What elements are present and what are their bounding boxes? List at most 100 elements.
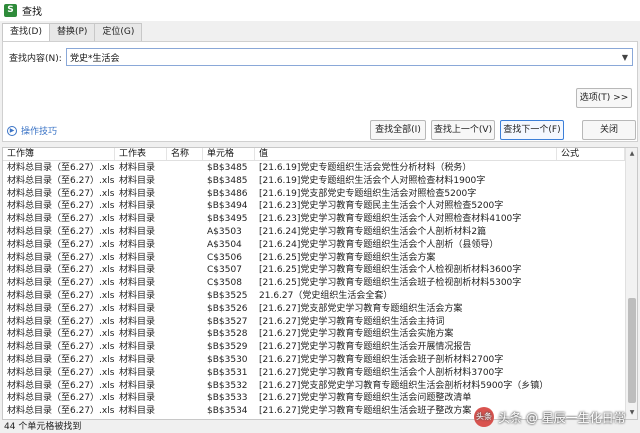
table-row[interactable]: 材料总目录（至6.27）.xls 材料目录 $B$3485 [21.6.19]党史专题… [3, 175, 625, 187]
find-content-label: 查找内容(N): [9, 53, 62, 64]
cell-address: $B$3494 [207, 201, 248, 212]
table-header: 工作簿 工作表 名称 单元格 值 公式 [3, 148, 625, 161]
options-button[interactable]: 选项(T) >> [576, 88, 632, 108]
table-row[interactable]: 材料总目录（至6.27）.xls 材料目录 $B$3533 [21.6.27]党史学习… [3, 392, 625, 404]
table-row[interactable]: 材料总目录（至6.27）.xls 材料目录 $B$3530 [21.6.27]党史学习… [3, 354, 625, 366]
cell-value: [21.6.25]党史学习教育专题组织生活会个人检视剖析材料3600字 [259, 265, 522, 276]
cell-sheet: 材料目录 [119, 329, 156, 340]
results-table: 工作簿 工作表 名称 单元格 值 公式 材料总目录（至6.27）.xls 材料目录… [2, 147, 638, 420]
cell-sheet: 材料目录 [119, 227, 156, 237]
table-row[interactable]: 材料总目录（至6.27）.xls 材料目录 $B$3495 [21.6.23]党史学习… [3, 213, 625, 225]
cell-address: $B$3485 [207, 175, 248, 186]
table-row[interactable]: 材料总目录（至6.27）.xls 材料目录 C$3506 [21.6.25]党史学习教… [3, 252, 625, 264]
cell-name [167, 264, 203, 276]
scroll-up-icon[interactable]: ▲ [626, 148, 637, 160]
find-content-input[interactable] [70, 52, 610, 62]
cell-name [167, 188, 203, 200]
cell-sheet: 材料目录 [119, 188, 156, 199]
find-content-field[interactable]: ▼ [66, 48, 633, 66]
cell-value: [21.6.25]党史学习教育专题组织生活会班子检视剖析材料5300字 [259, 278, 522, 289]
tab-goto[interactable]: 定位(G) [94, 23, 143, 41]
table-row[interactable]: 材料总目录（至6.27）.xls 材料目录 $B$3486 [21.6.19]党支部党… [3, 188, 625, 200]
tab-replace[interactable]: 替换(P) [48, 23, 96, 41]
find-row: 查找内容(N): ▼ [9, 48, 633, 66]
cell-name [167, 341, 203, 353]
cell-value: [21.6.19]党史专题组织生活会党性分析材料（税务） [259, 163, 472, 173]
table-row[interactable]: 材料总目录（至6.27）.xls 材料目录 $B$3528 [21.6.27]党史学习… [3, 328, 625, 340]
cell-name [167, 252, 203, 264]
cell-workbook: 材料总目录（至6.27）.xls [7, 303, 115, 314]
cell-value: [21.6.27]党史学习教育专题组织生活会开展情况报告 [259, 342, 472, 353]
cell-address: C$3507 [207, 265, 242, 276]
cell-sheet: 材料目录 [119, 163, 156, 173]
cell-address: $B$3533 [207, 393, 248, 404]
table-row[interactable]: 材料总目录（至6.27）.xls 材料目录 C$3507 [21.6.25]党史学习教… [3, 264, 625, 276]
scrollbar-thumb[interactable] [628, 298, 636, 403]
cell-sheet: 材料目录 [119, 291, 156, 301]
vertical-scrollbar[interactable]: ▲ ▼ [625, 148, 637, 419]
cell-address: $B$3526 [207, 303, 248, 314]
table-row[interactable]: 材料总目录（至6.27）.xls 材料目录 $B$3494 [21.6.23]党史学习… [3, 200, 625, 212]
cell-name [167, 316, 203, 328]
table-row[interactable]: 材料总目录（至6.27）.xls 材料目录 $B$3529 [21.6.27]党史学习… [3, 341, 625, 353]
cell-workbook: 材料总目录（至6.27）.xls [7, 214, 115, 225]
cell-value: [21.6.27]党支部党史学习教育专题组织生活会方案 [259, 303, 463, 314]
cell-sheet: 材料目录 [119, 406, 156, 417]
column-header-name[interactable]: 名称 [167, 148, 203, 160]
column-header-workbook[interactable]: 工作簿 [3, 148, 115, 160]
table-row[interactable]: 材料总目录（至6.27）.xls 材料目录 $B$3526 [21.6.27]党支部党… [3, 303, 625, 315]
cell-workbook: 材料总目录（至6.27）.xls [7, 188, 115, 199]
cell-address: $B$3530 [207, 355, 248, 365]
cell-address: A$3503 [207, 227, 242, 237]
scroll-down-icon[interactable]: ▼ [626, 407, 637, 419]
cell-workbook: 材料总目录（至6.27）.xls [7, 393, 115, 404]
find-previous-button[interactable]: 查找上一个(V) [431, 120, 495, 140]
close-button[interactable]: 关闭 [582, 120, 636, 140]
tips-link[interactable]: ▶ 操作技巧 [7, 124, 57, 137]
watermark-text: 头条 @ 星辰一生化日常 [498, 410, 626, 425]
cell-value: [21.6.27]党支部党史学习教育专题组织生活会剖析材料5900字（乡镇） [259, 380, 549, 391]
cell-name [167, 239, 203, 251]
cell-sheet: 材料目录 [119, 239, 156, 250]
cell-address: $B$3528 [207, 329, 248, 340]
cell-sheet: 材料目录 [119, 367, 156, 378]
chevron-down-icon[interactable]: ▼ [618, 53, 632, 62]
find-next-button[interactable]: 查找下一个(F) [500, 120, 564, 140]
cell-sheet: 材料目录 [119, 355, 156, 365]
cell-workbook: 材料总目录（至6.27）.xls [7, 329, 115, 340]
column-header-sheet[interactable]: 工作表 [115, 148, 167, 160]
cell-value: 21.6.27（党史组织生活会全套） [259, 291, 393, 301]
tab-find[interactable]: 查找(D) [2, 23, 50, 42]
cell-workbook: 材料总目录（至6.27）.xls [7, 342, 115, 353]
cell-workbook: 材料总目录（至6.27）.xls [7, 367, 115, 378]
cell-name [167, 290, 203, 302]
cell-address: $B$3529 [207, 342, 248, 353]
cell-sheet: 材料目录 [119, 303, 156, 314]
table-row[interactable]: 材料总目录（至6.27）.xls 材料目录 $B$3532 [21.6.27]党支部党… [3, 380, 625, 392]
cell-sheet: 材料目录 [119, 252, 156, 263]
cell-name [167, 200, 203, 212]
play-icon: ▶ [7, 125, 17, 136]
table-row[interactable]: 材料总目录（至6.27）.xls 材料目录 $B$3527 [21.6.27]党史学习… [3, 316, 625, 328]
app-logo-icon: S [4, 4, 17, 17]
table-row[interactable]: 材料总目录（至6.27）.xls 材料目录 $B$3531 [21.6.27]党史学习… [3, 367, 625, 379]
cell-name [167, 328, 203, 340]
tab-bar: 查找(D) 替换(P) 定位(G) [0, 23, 143, 42]
cell-sheet: 材料目录 [119, 175, 156, 186]
cell-workbook: 材料总目录（至6.27）.xls [7, 265, 115, 276]
table-row[interactable]: 材料总目录（至6.27）.xls 材料目录 C$3508 [21.6.25]党史学习教… [3, 277, 625, 289]
table-row[interactable]: 材料总目录（至6.27）.xls 材料目录 $B$3485 [21.6.19]党史专题… [3, 162, 625, 174]
column-header-formula[interactable]: 公式 [557, 148, 625, 160]
cell-address: C$3508 [207, 278, 242, 289]
table-row[interactable]: 材料总目录（至6.27）.xls 材料目录 A$3503 [21.6.24]党史学习教… [3, 226, 625, 238]
table-row[interactable]: 材料总目录（至6.27）.xls 材料目录 A$3504 [21.6.24]党史学习教… [3, 239, 625, 251]
cell-value: [21.6.25]党史学习教育专题组织生活会方案 [259, 252, 436, 263]
table-row[interactable]: 材料总目录（至6.27）.xls 材料目录 $B$3525 21.6.27（党史组织生… [3, 290, 625, 302]
cell-name [167, 405, 203, 417]
cell-address: $B$3525 [207, 291, 248, 301]
cell-name [167, 392, 203, 404]
column-header-cell[interactable]: 单元格 [203, 148, 255, 160]
find-all-button[interactable]: 查找全部(I) [370, 120, 426, 140]
column-header-value[interactable]: 值 [255, 148, 557, 160]
watermark-logo-icon: 头条 [474, 407, 494, 427]
